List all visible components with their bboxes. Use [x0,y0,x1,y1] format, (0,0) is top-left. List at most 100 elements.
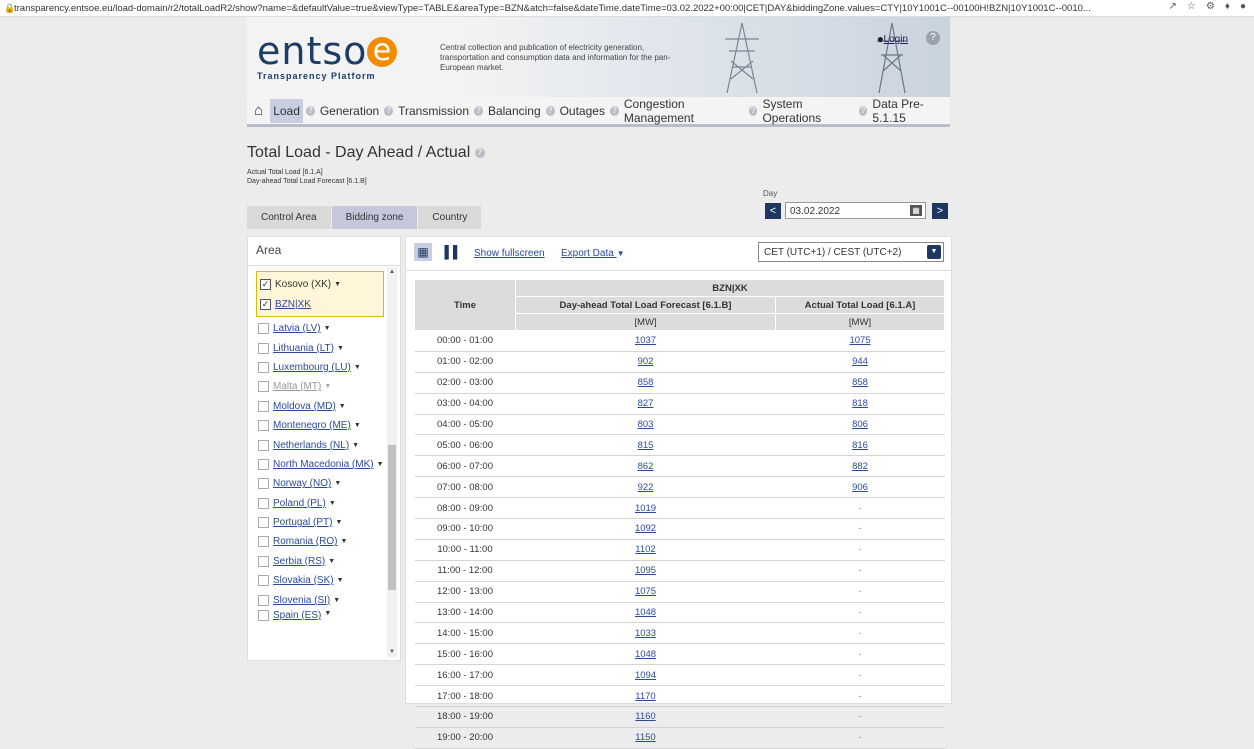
forecast-value[interactable]: 858 [515,372,776,394]
area-item-label[interactable]: Netherlands (NL) [273,440,349,451]
help-icon[interactable]: ? [858,105,868,116]
scroll-down-icon[interactable]: ▼ [389,649,395,655]
forecast-value[interactable]: 1094 [515,664,776,687]
forecast-value[interactable]: 1095 [515,560,776,582]
checkbox[interactable] [258,555,269,567]
help-icon[interactable]: ? [926,31,940,45]
forecast-value[interactable]: 862 [515,455,776,478]
help-icon[interactable]: ? [474,148,485,158]
area-item-label[interactable]: Moldova (MD) [273,401,336,412]
nav-data-pre[interactable]: Data Pre-5.1.15 [870,97,950,125]
area-item[interactable]: Portugal (PT) ▼ [258,513,384,532]
area-item[interactable]: Norway (NO) ▼ [258,474,384,493]
area-item[interactable]: Malta (MT) ▼ [258,377,384,396]
forecast-value[interactable]: 902 [515,351,776,373]
help-icon[interactable]: ? [545,105,555,116]
calendar-icon[interactable]: ▦ [910,205,922,216]
forecast-value[interactable]: 922 [515,476,776,499]
checkbox[interactable] [258,497,269,509]
tab-country[interactable]: Country [418,206,482,229]
dropdown-arrow-icon[interactable]: ▼ [354,364,361,371]
dropdown-arrow-icon[interactable]: ▼ [337,345,344,352]
selected-item-kosovo[interactable]: ✓ Kosovo (XK) ▼ [260,275,383,294]
scrollbar-thumb[interactable] [388,445,396,590]
area-item-label[interactable]: Slovakia (SK) [273,575,334,586]
area-item-label[interactable]: Slovenia (SI) [273,595,330,606]
area-item-label[interactable]: Portugal (PT) [273,517,332,528]
dropdown-arrow-icon[interactable]: ▼ [354,422,361,429]
area-item[interactable]: Lithuania (LT) ▼ [258,338,384,357]
actual-value[interactable]: 858 [775,372,945,394]
extension-icon[interactable]: ⚙ [1206,1,1215,12]
actual-value[interactable]: 816 [775,434,945,457]
checkbox[interactable] [258,420,269,432]
star-icon[interactable]: ☆ [1187,1,1196,12]
forecast-value[interactable]: 1150 [515,727,776,749]
area-item[interactable]: Netherlands (NL) ▼ [258,435,384,454]
nav-outages[interactable]: Outages [558,104,607,118]
actual-value[interactable]: 818 [775,393,945,415]
checkbox[interactable] [258,594,269,606]
show-fullscreen-link[interactable]: Show fullscreen [474,248,545,259]
timezone-select[interactable]: CET (UTC+1) / CEST (UTC+2) ▼ [758,242,944,262]
dropdown-arrow-icon[interactable]: ▼ [334,281,341,288]
actual-value[interactable]: 906 [775,476,945,499]
area-item[interactable]: Romania (RO) ▼ [258,532,384,551]
chart-view-icon[interactable]: ▌▌ [444,243,462,261]
help-icon[interactable]: ? [384,105,394,116]
tab-control-area[interactable]: Control Area [247,206,331,229]
dropdown-arrow-icon[interactable]: ▼ [337,577,344,584]
puzzle-icon[interactable]: ♦ [1225,1,1230,12]
nav-congestion[interactable]: Congestion Management [622,97,746,125]
checkbox[interactable] [258,536,269,548]
forecast-value[interactable]: 1170 [515,685,776,708]
help-icon[interactable]: ? [305,105,315,116]
checkbox[interactable] [258,323,269,335]
checkbox[interactable] [258,609,269,621]
forecast-value[interactable]: 1092 [515,518,776,540]
area-item[interactable]: Luxembourg (LU) ▼ [258,358,384,377]
date-input[interactable]: 03.02.2022 ▦ [785,202,926,219]
checkbox[interactable] [258,575,269,587]
area-item-label[interactable]: Malta (MT) [273,381,321,392]
checkbox[interactable] [258,458,269,470]
logo[interactable]: entso e [257,29,398,73]
area-item-label[interactable]: Latvia (LV) [273,323,321,334]
dropdown-arrow-icon[interactable]: ▼ [328,558,335,565]
forecast-value[interactable]: 1075 [515,581,776,603]
area-item[interactable]: Latvia (LV) ▼ [258,319,384,338]
tab-bidding-zone[interactable]: Bidding zone [331,206,418,229]
area-item-label[interactable]: Poland (PL) [273,498,326,509]
checkbox[interactable] [258,478,269,490]
checkbox-checked[interactable]: ✓ [260,279,271,291]
area-item-label[interactable]: Luxembourg (LU) [273,362,351,373]
actual-value[interactable]: 944 [775,351,945,373]
area-item-label[interactable]: Montenegro (ME) [273,420,351,431]
profile-icon[interactable]: ● [1240,1,1246,12]
forecast-value[interactable]: 1048 [515,643,776,666]
forecast-value[interactable]: 827 [515,393,776,415]
forecast-value[interactable]: 1033 [515,622,776,645]
area-item-label[interactable]: Serbia (RS) [273,556,325,567]
nav-transmission[interactable]: Transmission [396,104,471,118]
forecast-value[interactable]: 1048 [515,602,776,624]
checkbox[interactable] [258,439,269,451]
forecast-value[interactable]: 1019 [515,497,776,520]
area-item[interactable]: Spain (ES) ▼ [258,609,384,621]
checkbox[interactable] [258,342,269,354]
area-item-label[interactable]: Spain (ES) [273,610,321,621]
dropdown-arrow-icon[interactable]: ▼ [335,519,342,526]
checkbox[interactable] [258,381,269,393]
dropdown-arrow-icon[interactable]: ▼ [334,480,341,487]
area-item[interactable]: Poland (PL) ▼ [258,494,384,513]
login-link[interactable]: Login [884,34,908,45]
actual-value[interactable]: 1075 [775,330,945,352]
actual-value[interactable]: 806 [775,414,945,436]
home-icon[interactable]: ⌂ [247,102,270,119]
dropdown-arrow-icon[interactable]: ▼ [324,610,331,617]
help-icon[interactable]: ? [748,105,758,116]
checkbox[interactable] [258,517,269,529]
next-day-button[interactable]: > [932,203,948,219]
area-item-label[interactable]: Lithuania (LT) [273,343,334,354]
help-icon[interactable]: ? [474,105,483,116]
